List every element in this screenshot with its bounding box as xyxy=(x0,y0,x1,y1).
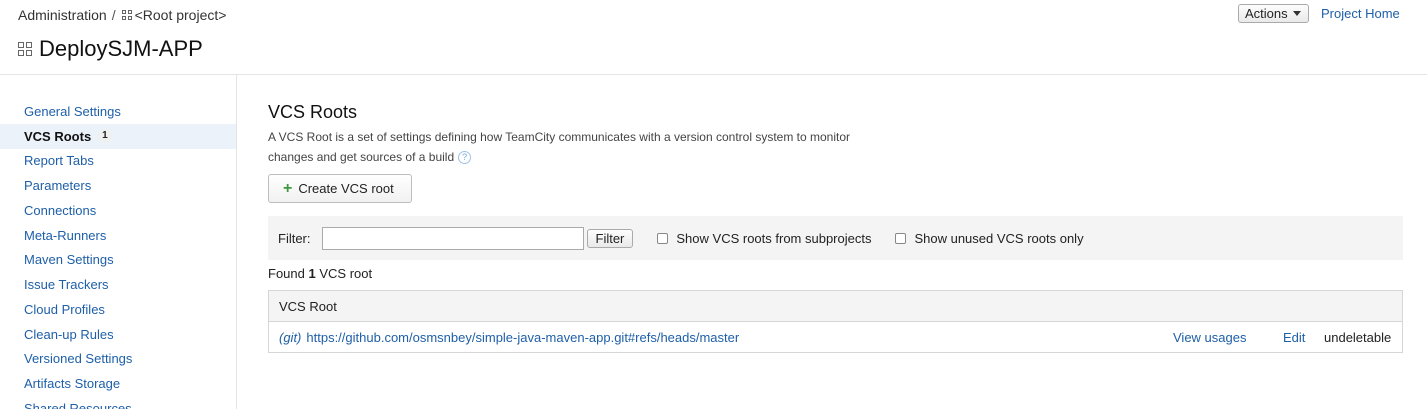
found-prefix: Found xyxy=(268,266,305,281)
view-usages-link[interactable]: View usages xyxy=(1173,330,1246,345)
column-header-vcs-root: VCS Root xyxy=(279,298,337,314)
sidebar-item-label: Artifacts Storage xyxy=(24,376,121,392)
description-line-1: A VCS Root is a set of settings defining… xyxy=(268,130,851,144)
filter-button[interactable]: Filter xyxy=(586,228,634,248)
actions-dropdown-button[interactable]: Actions xyxy=(1238,4,1309,23)
sidebar-item-clean-up-rules[interactable]: Clean-up Rules xyxy=(0,322,236,347)
vcs-roots-table: VCS Root (git) https://github.com/osmsnb… xyxy=(268,290,1403,353)
sidebar-item-label: Cloud Profiles xyxy=(24,301,105,317)
breadcrumb-root-project[interactable]: <Root project> xyxy=(135,7,227,23)
sidebar-item-label: Connections xyxy=(24,202,97,218)
page-title: DeploySJM-APP xyxy=(18,36,203,62)
sidebar-item-issue-trackers[interactable]: Issue Trackers xyxy=(0,272,236,297)
sidebar-item-cloud-profiles[interactable]: Cloud Profiles xyxy=(0,297,236,322)
sidebar-item-label: General Settings xyxy=(24,103,121,119)
actions-label: Actions xyxy=(1245,6,1288,21)
sidebar-item-artifacts-storage[interactable]: Artifacts Storage xyxy=(0,371,236,396)
vcs-type-label: (git) xyxy=(279,329,302,345)
table-header: VCS Root xyxy=(269,291,1402,322)
caret-down-icon xyxy=(1292,11,1301,16)
table-row: (git) https://github.com/osmsnbey/simple… xyxy=(269,322,1402,352)
sidebar-item-label: Issue Trackers xyxy=(24,277,109,293)
create-vcs-root-label: Create VCS root xyxy=(298,181,394,196)
project-grid-icon xyxy=(121,10,132,20)
sidebar-item-shared-resources[interactable]: Shared Resources xyxy=(0,396,236,409)
sidebar-item-label: Report Tabs xyxy=(24,153,94,169)
section-description: A VCS Root is a set of settings defining… xyxy=(268,127,908,167)
filter-bar: Filter: Filter Show VCS roots from subpr… xyxy=(268,216,1403,260)
help-icon[interactable]: ? xyxy=(458,151,472,164)
filter-input[interactable] xyxy=(321,226,584,250)
show-unused-checkbox[interactable] xyxy=(895,232,907,244)
sidebar-item-parameters[interactable]: Parameters xyxy=(0,173,236,198)
sidebar-item-connections[interactable]: Connections xyxy=(0,198,236,223)
show-unused-checkbox-row[interactable]: Show unused VCS roots only xyxy=(895,230,1084,246)
sidebar-item-maven-settings[interactable]: Maven Settings xyxy=(0,248,236,273)
description-line-2: changes and get sources of a build xyxy=(268,150,455,164)
found-count-text: Found 1 VCS root xyxy=(268,266,372,281)
top-header: Administration / <Root project> DeploySJ… xyxy=(0,0,1427,75)
vcs-roots-count-badge: 1 xyxy=(98,129,112,144)
breadcrumb-separator: / xyxy=(111,7,116,23)
found-suffix: VCS root xyxy=(319,266,373,281)
project-title-text: DeploySJM-APP xyxy=(39,36,203,61)
sidebar-item-versioned-settings[interactable]: Versioned Settings xyxy=(0,347,236,372)
sidebar-item-vcs-roots[interactable]: VCS Roots 1 xyxy=(0,123,236,149)
settings-sidebar: General Settings VCS Roots 1 Report Tabs … xyxy=(0,75,237,409)
sidebar-item-general-settings[interactable]: General Settings xyxy=(0,99,236,124)
sidebar-item-label: Parameters xyxy=(24,178,92,194)
sidebar-item-label: VCS Roots xyxy=(24,128,92,144)
project-home-link[interactable]: Project Home xyxy=(1321,6,1400,21)
breadcrumb-administration[interactable]: Administration xyxy=(18,7,107,23)
sidebar-item-label: Clean-up Rules xyxy=(24,326,114,342)
sidebar-item-label: Shared Resources xyxy=(24,400,132,409)
sidebar-item-report-tabs[interactable]: Report Tabs xyxy=(0,149,236,174)
create-vcs-root-button[interactable]: + Create VCS root xyxy=(268,174,412,203)
plus-icon: + xyxy=(283,179,293,197)
sidebar-item-label: Maven Settings xyxy=(24,252,114,268)
edit-link[interactable]: Edit xyxy=(1283,330,1305,345)
undeletable-status: undeletable xyxy=(1324,329,1392,345)
section-heading: VCS Roots xyxy=(268,102,358,122)
filter-label: Filter: xyxy=(278,230,311,246)
project-grid-icon xyxy=(18,42,32,56)
show-subprojects-label: Show VCS roots from subprojects xyxy=(676,230,872,246)
sidebar-item-label: Meta-Runners xyxy=(24,227,107,243)
breadcrumb: Administration / <Root project> xyxy=(18,7,226,23)
sidebar-item-label: Versioned Settings xyxy=(24,351,133,367)
found-count: 1 xyxy=(308,266,316,281)
show-unused-label: Show unused VCS roots only xyxy=(914,230,1084,246)
sidebar-item-meta-runners[interactable]: Meta-Runners xyxy=(0,223,236,248)
show-subprojects-checkbox[interactable] xyxy=(657,232,669,244)
vcs-root-link[interactable]: https://github.com/osmsnbey/simple-java-… xyxy=(306,330,739,345)
show-subprojects-checkbox-row[interactable]: Show VCS roots from subprojects xyxy=(657,231,871,246)
